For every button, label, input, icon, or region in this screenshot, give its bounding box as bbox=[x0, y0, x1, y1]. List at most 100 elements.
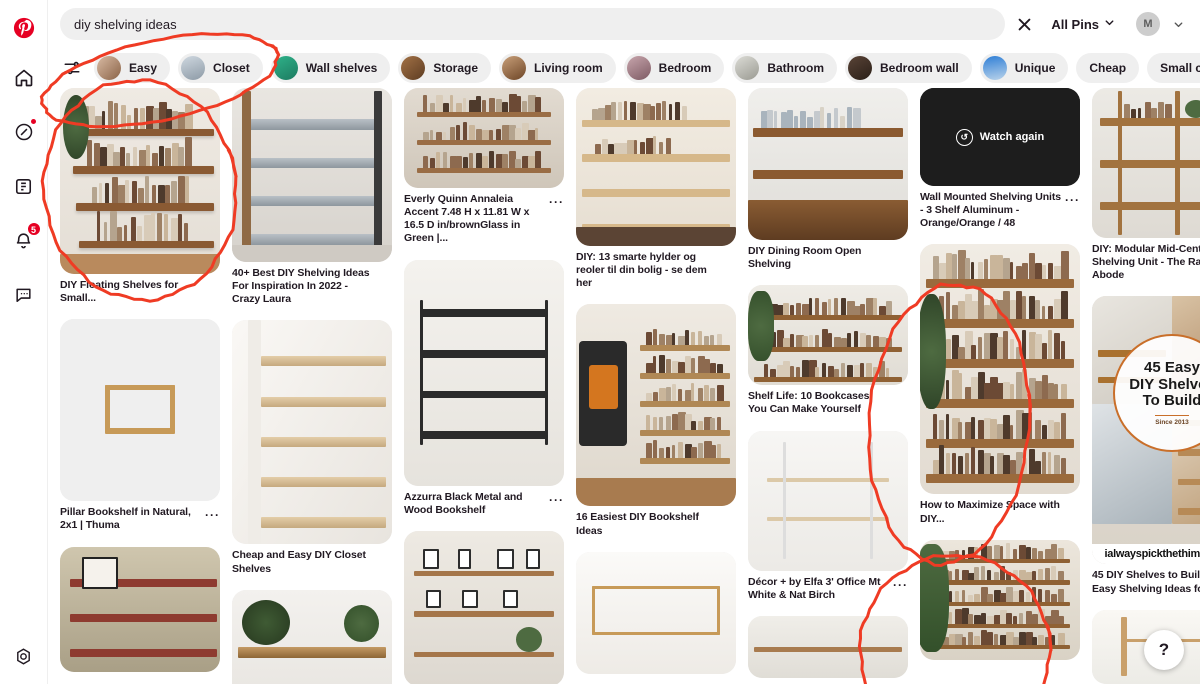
ellipsis-icon[interactable]: ··· bbox=[1065, 194, 1080, 206]
pin-image[interactable] bbox=[404, 88, 564, 188]
pin-image-content bbox=[60, 88, 220, 274]
pin-card[interactable]: DIY Dining Room Open Shelving bbox=[748, 88, 908, 271]
filter-chip-easy[interactable]: Easy bbox=[94, 53, 170, 83]
badge-since-label: Since 2013 bbox=[1155, 415, 1189, 426]
pin-image[interactable] bbox=[748, 431, 908, 571]
avatar[interactable]: M bbox=[1136, 12, 1160, 36]
pin-column: DIY Floating Shelves for Small... Pillar … bbox=[54, 88, 226, 684]
pin-title-text: Cheap and Easy DIY Closet Shelves bbox=[232, 549, 366, 574]
pin-card[interactable] bbox=[748, 616, 908, 678]
search-bar[interactable] bbox=[60, 8, 1005, 40]
ellipsis-icon[interactable]: ··· bbox=[893, 579, 908, 591]
filter-chip-cheap[interactable]: Cheap bbox=[1076, 53, 1139, 83]
pin-title: Wall Mounted Shelving Units - 3 Shelf Al… bbox=[920, 191, 1080, 230]
pin-card[interactable]: Azzurra Black Metal and Wood Bookshelf ··… bbox=[404, 260, 564, 517]
filter-chip-wall-shelves[interactable]: Wall shelves bbox=[271, 53, 391, 83]
pin-card[interactable]: ↺ Watch again Wall Mounted Shelving Units … bbox=[920, 88, 1080, 230]
ellipsis-icon[interactable]: ··· bbox=[549, 196, 564, 208]
close-icon[interactable] bbox=[1007, 7, 1041, 41]
pin-card[interactable] bbox=[60, 547, 220, 672]
pin-image[interactable] bbox=[920, 244, 1080, 494]
filter-chip-thumbnail bbox=[735, 56, 759, 80]
ellipsis-icon[interactable]: ··· bbox=[549, 494, 564, 506]
pin-column: DIY: 13 smarte hylder og reoler til din … bbox=[570, 88, 742, 684]
pin-title: Azzurra Black Metal and Wood Bookshelf ··… bbox=[404, 491, 564, 517]
filter-chip-living-room[interactable]: Living room bbox=[499, 53, 616, 83]
pin-image[interactable] bbox=[232, 320, 392, 544]
pin-image[interactable] bbox=[60, 319, 220, 501]
pin-image-content bbox=[748, 431, 908, 571]
bell-icon[interactable]: 5 bbox=[8, 224, 40, 256]
create-icon[interactable] bbox=[8, 170, 40, 202]
pin-image[interactable] bbox=[60, 88, 220, 274]
pin-image[interactable] bbox=[576, 88, 736, 246]
pin-image[interactable] bbox=[748, 285, 908, 385]
pin-card[interactable]: How to Maximize Space with DIY... bbox=[920, 244, 1080, 525]
pin-image-content bbox=[404, 531, 564, 684]
pin-card[interactable]: 40+ Best DIY Shelving Ideas For Inspirat… bbox=[232, 88, 392, 306]
pinterest-logo-icon[interactable] bbox=[8, 12, 40, 44]
chevron-down-icon[interactable] bbox=[1166, 12, 1190, 36]
watch-again-overlay[interactable]: ↺ Watch again bbox=[920, 88, 1080, 186]
pin-image[interactable]: 45 EasyDIY ShelvesTo Build Since 2013 ialw… bbox=[1092, 296, 1200, 564]
pin-image[interactable]: ↺ Watch again bbox=[920, 88, 1080, 186]
pin-grid[interactable]: DIY Floating Shelves for Small... Pillar … bbox=[48, 88, 1200, 684]
gear-icon[interactable] bbox=[8, 640, 40, 672]
pin-title-text: 40+ Best DIY Shelving Ideas For Inspirat… bbox=[232, 267, 369, 305]
pin-card[interactable]: 45 EasyDIY ShelvesTo Build Since 2013 ialw… bbox=[1092, 296, 1200, 595]
filter-chip-bathroom[interactable]: Bathroom bbox=[732, 53, 837, 83]
pin-card[interactable]: DIY Floating Shelves for Small... bbox=[60, 88, 220, 305]
filter-chip-bedroom[interactable]: Bedroom bbox=[624, 53, 725, 83]
home-icon[interactable] bbox=[8, 62, 40, 94]
pin-title-text: Everly Quinn Annaleia Accent 7.48 H x 11… bbox=[404, 193, 529, 244]
pin-title-text: DIY Floating Shelves for Small... bbox=[60, 279, 178, 304]
badge-line-1: 45 Easy bbox=[1144, 360, 1200, 377]
pin-card[interactable] bbox=[232, 590, 392, 684]
help-button[interactable]: ? bbox=[1144, 630, 1184, 670]
filter-chip-storage[interactable]: Storage bbox=[398, 53, 491, 83]
pin-image[interactable] bbox=[60, 547, 220, 672]
pin-card[interactable]: Everly Quinn Annaleia Accent 7.48 H x 11… bbox=[404, 88, 564, 246]
pin-title: Everly Quinn Annaleia Accent 7.48 H x 11… bbox=[404, 193, 564, 246]
pin-image[interactable] bbox=[576, 304, 736, 506]
filter-chip-unique[interactable]: Unique bbox=[980, 53, 1069, 83]
pin-card[interactable] bbox=[404, 531, 564, 684]
pin-image[interactable] bbox=[920, 540, 1080, 660]
pin-card[interactable] bbox=[576, 552, 736, 674]
pin-card[interactable]: Shelf Life: 10 Bookcases You Can Make Yo… bbox=[748, 285, 908, 416]
pin-image[interactable] bbox=[404, 260, 564, 486]
pin-image-content bbox=[576, 88, 736, 246]
compass-icon[interactable] bbox=[8, 116, 40, 148]
filter-chip-thumbnail bbox=[401, 56, 425, 80]
filter-chip-closet[interactable]: Closet bbox=[178, 53, 263, 83]
all-pins-dropdown[interactable]: All Pins bbox=[1041, 8, 1124, 40]
pin-card[interactable]: DIY: 13 smarte hylder og reoler til din … bbox=[576, 88, 736, 290]
pin-card[interactable]: DIY: Modular Mid-Century Shelving Unit -… bbox=[1092, 88, 1200, 282]
pin-image-content bbox=[404, 88, 564, 188]
pin-image[interactable] bbox=[1092, 88, 1200, 238]
pin-image[interactable] bbox=[576, 552, 736, 674]
filter-chip-thumbnail bbox=[627, 56, 651, 80]
pin-card[interactable]: Cheap and Easy DIY Closet Shelves bbox=[232, 320, 392, 575]
pin-title: 40+ Best DIY Shelving Ideas For Inspirat… bbox=[232, 267, 392, 306]
pin-image[interactable] bbox=[232, 590, 392, 684]
pin-card[interactable] bbox=[920, 540, 1080, 660]
pin-image[interactable] bbox=[404, 531, 564, 684]
filter-chip-small-closets[interactable]: Small closets bbox=[1147, 53, 1200, 83]
search-input[interactable] bbox=[74, 9, 991, 39]
pin-image-content bbox=[232, 88, 392, 262]
pin-title-text: How to Maximize Space with DIY... bbox=[920, 499, 1060, 524]
sliders-icon[interactable] bbox=[58, 54, 86, 82]
ellipsis-icon[interactable]: ··· bbox=[205, 509, 220, 521]
replay-icon: ↺ bbox=[956, 129, 973, 146]
pin-card[interactable]: Pillar Bookshelf in Natural, 2x1 | Thuma… bbox=[60, 319, 220, 532]
pin-title-text: Décor + by Elfa 3' Office Mt White & Nat… bbox=[748, 576, 880, 601]
pin-card[interactable]: Décor + by Elfa 3' Office Mt White & Nat… bbox=[748, 431, 908, 602]
chat-icon[interactable] bbox=[8, 278, 40, 310]
pin-image[interactable] bbox=[748, 616, 908, 678]
pin-card[interactable]: 16 Easiest DIY Bookshelf Ideas bbox=[576, 304, 736, 537]
pin-image[interactable] bbox=[748, 88, 908, 240]
pin-title: DIY Dining Room Open Shelving bbox=[748, 245, 908, 271]
filter-chip-bedroom-wall[interactable]: Bedroom wall bbox=[845, 53, 972, 83]
pin-image[interactable] bbox=[232, 88, 392, 262]
